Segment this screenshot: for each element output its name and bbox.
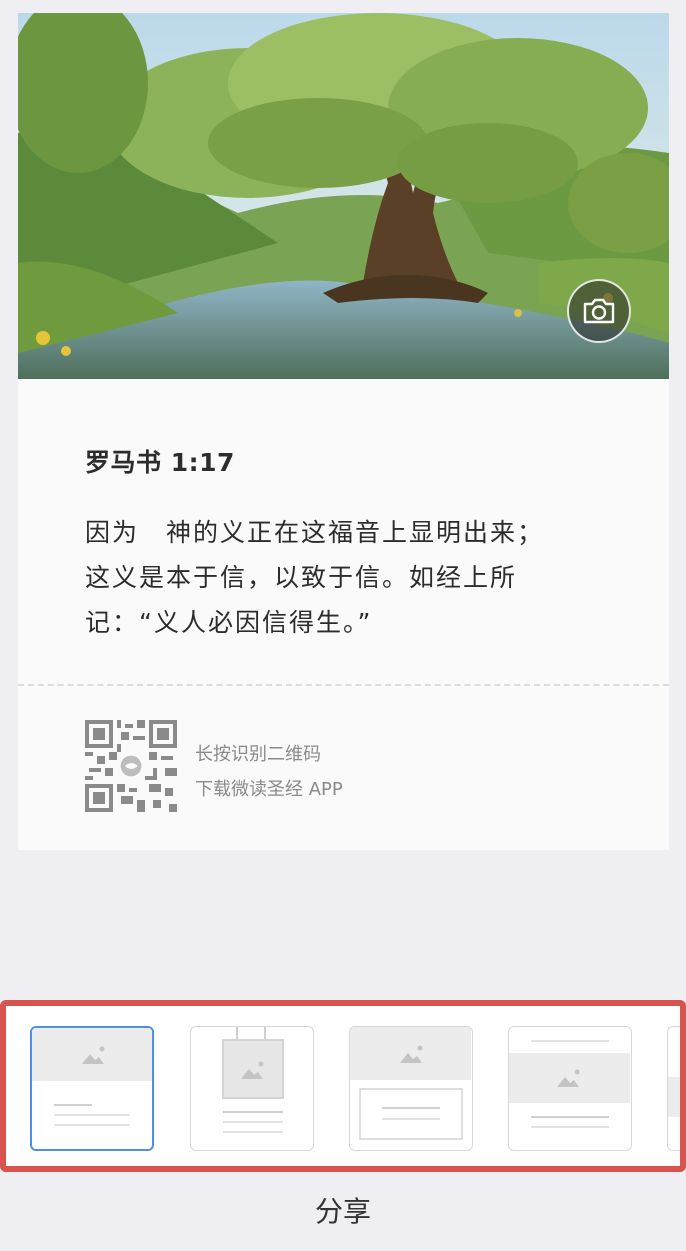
template-4-preview [509, 1040, 630, 1128]
template-option-2[interactable] [190, 1026, 314, 1151]
template-option-3[interactable] [349, 1026, 473, 1151]
qr-hint-text: 长按识别二维码 下载微读圣经 APP [195, 737, 343, 807]
download-hint: 下载微读圣经 APP [195, 779, 343, 800]
verse-reference: 罗马书 1:17 [85, 448, 235, 477]
dashed-divider [18, 684, 669, 686]
template-picker [0, 1000, 686, 1172]
qr-scan-hint: 长按识别二维码 [195, 744, 321, 765]
template-1-preview [32, 1028, 152, 1126]
template-5-preview [668, 1077, 680, 1117]
verse-text: 因为 神的义正在这福音上显明出来； 这义是本于信，以致于信。如经上所 记：“义人… [85, 510, 585, 645]
share-button[interactable]: 分享 [0, 1190, 686, 1230]
verse-line: 这义是本于信，以致于信。如经上所 [85, 563, 518, 592]
verse-line: 记：“义人必因信得生。” [85, 608, 373, 637]
template-3-preview [350, 1027, 471, 1140]
template-option-5[interactable] [667, 1026, 680, 1151]
template-option-4[interactable] [508, 1026, 632, 1151]
template-option-1[interactable] [30, 1026, 154, 1151]
template-2-preview [222, 1027, 284, 1133]
share-card: 罗马书 1:17 因为 神的义正在这福音上显明出来； 这义是本于信，以致于信。如… [18, 13, 669, 850]
qr-code [85, 720, 177, 812]
verse-line: 因为 神的义正在这福音上显明出来； [85, 518, 545, 547]
card-background-photo [18, 13, 669, 379]
camera-icon [583, 298, 615, 324]
change-photo-button[interactable] [567, 279, 631, 343]
